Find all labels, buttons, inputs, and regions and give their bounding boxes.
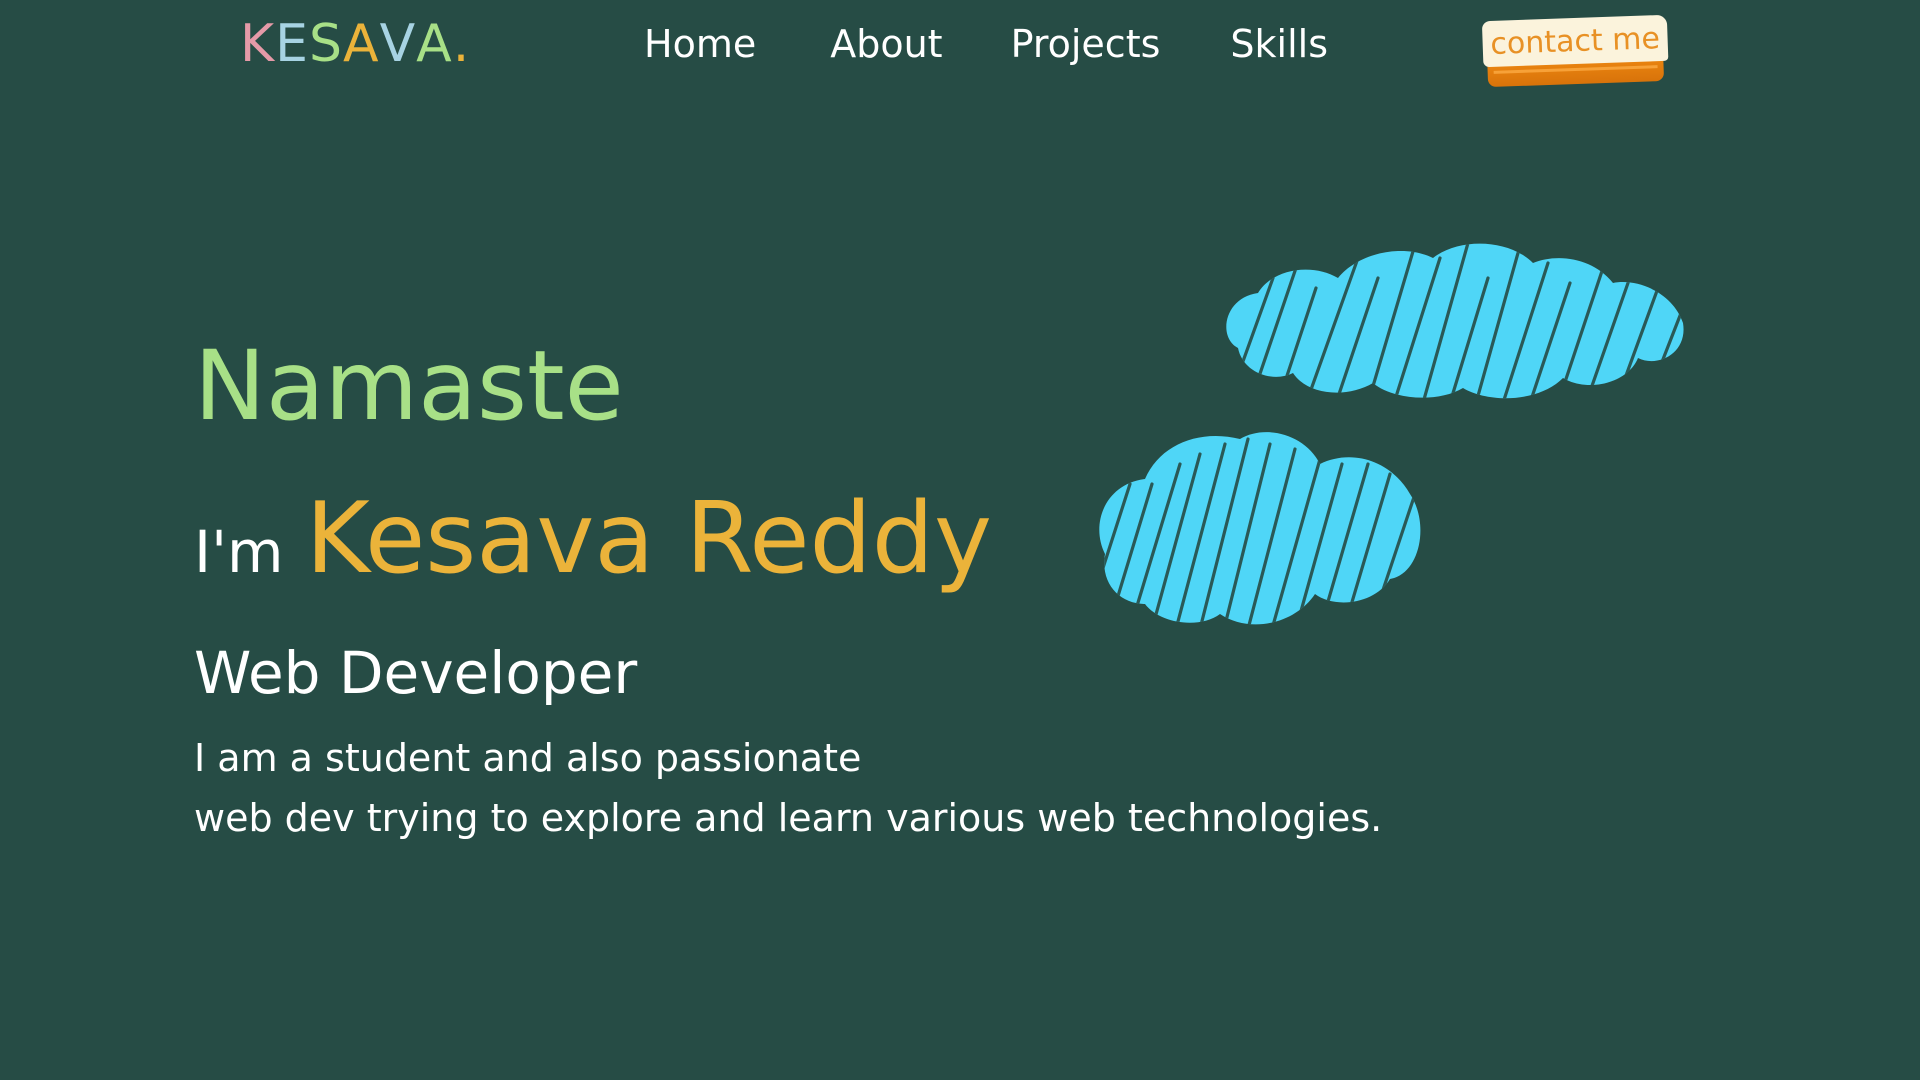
contact-button-label: contact me [1481, 14, 1669, 68]
logo-letter: A [416, 14, 453, 74]
bio-line: I am a student and also passionate [194, 736, 862, 780]
logo-letter: . [452, 14, 471, 74]
intro-prefix: I'm [194, 518, 284, 586]
logo-letter: A [342, 14, 380, 74]
site-logo[interactable]: KESAVA. [240, 14, 470, 74]
bio-line: web dev trying to explore and learn vari… [194, 796, 1383, 840]
nav-link-skills[interactable]: Skills [1230, 22, 1328, 66]
logo-letter: S [308, 14, 343, 74]
nav-link-projects[interactable]: Projects [1011, 22, 1161, 66]
hero-name: Kesava Reddy [305, 482, 992, 596]
main-nav: Home About Projects Skills [644, 22, 1328, 66]
hero-intro: I'm Kesava Reddy [194, 490, 992, 588]
hero-greeting: Namaste [194, 330, 624, 442]
logo-letter: K [240, 14, 276, 74]
nav-link-about[interactable]: About [830, 22, 942, 66]
hero-role: Web Developer [194, 639, 638, 707]
logo-letter: E [275, 14, 309, 74]
contact-me-button[interactable]: contact me [1481, 14, 1669, 89]
nav-link-home[interactable]: Home [644, 22, 756, 66]
cloud-icon [1099, 432, 1421, 625]
page: KESAVA. Home About Projects Skills conta… [0, 0, 1920, 1080]
cloud-icon [1226, 243, 1684, 399]
logo-letter: V [379, 14, 417, 74]
hero-bio: I am a student and also passionate web d… [194, 728, 1382, 848]
